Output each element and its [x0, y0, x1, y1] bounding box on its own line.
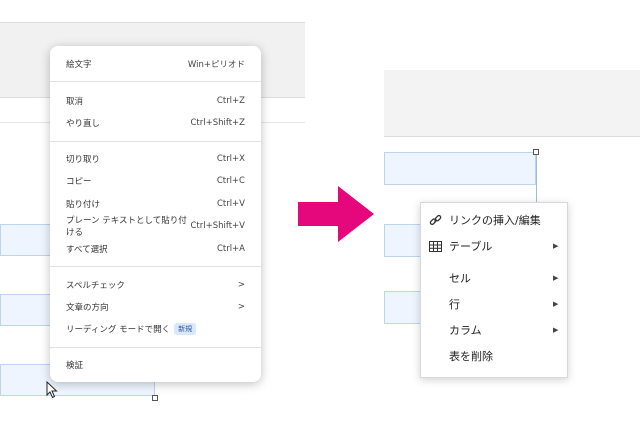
menu-item-label: 貼り付け: [66, 200, 101, 210]
submenu-arrow-icon: ▶: [553, 300, 559, 308]
menu-item-label: プレーン テキストとして貼り付ける: [66, 216, 187, 238]
menu-item-copy[interactable]: コピー Ctrl+C: [66, 171, 245, 191]
menu-item-label: やり直し: [66, 119, 101, 129]
resize-handle[interactable]: [533, 149, 539, 155]
menu-item-label: スペルチェック: [66, 281, 125, 291]
menu-item-shortcut: Ctrl+X: [216, 154, 245, 164]
menu-item-undo[interactable]: 取消 Ctrl+Z: [66, 91, 245, 111]
submenu-arrow-icon: ▶: [553, 326, 559, 334]
menu-item-emoji[interactable]: 絵文字 Win+ピリオド: [66, 54, 245, 74]
menu-item-text-direction[interactable]: 文章の方向 >: [66, 297, 245, 317]
menu-item-shortcut: Ctrl+A: [216, 244, 245, 254]
menu-item-label: 文章の方向: [66, 303, 109, 313]
submenu-arrow-icon: ▶: [553, 242, 559, 250]
menu-item-reading-mode[interactable]: リーディング モードで開く 新規: [66, 319, 245, 339]
menu-item-label: 切り取り: [66, 155, 101, 165]
menu-item-paste-plain[interactable]: プレーン テキストとして貼り付ける Ctrl+Shift+V: [66, 216, 245, 238]
menu-item-label: すべて選択: [66, 245, 108, 255]
menu-item-delete-table[interactable]: 表を削除: [421, 344, 567, 368]
menu-item-label: 表を削除: [449, 350, 493, 363]
table-icon: [421, 240, 449, 252]
menu-item-label: 検証: [66, 361, 84, 371]
menu-item-row[interactable]: 行 ▶: [421, 292, 567, 316]
menu-item-paste[interactable]: 貼り付け Ctrl+V: [66, 194, 245, 214]
menu-item-label: セル: [449, 272, 471, 285]
menu-item-shortcut: Win+ピリオド: [187, 60, 245, 70]
menu-item-label: コピー: [66, 177, 92, 187]
menu-item-redo[interactable]: やり直し Ctrl+Shift+Z: [66, 113, 245, 133]
menu-item-label: 取消: [66, 97, 84, 107]
menu-item-spellcheck[interactable]: スペルチェック >: [66, 275, 245, 295]
menu-item-cut[interactable]: 切り取り Ctrl+X: [66, 149, 245, 169]
menu-separator: [50, 266, 261, 267]
menu-item-column[interactable]: カラム ▶: [421, 318, 567, 342]
menu-item-shortcut: Ctrl+Shift+V: [190, 221, 245, 231]
menu-item-label: 行: [449, 298, 460, 311]
menu-item-shortcut: Ctrl+V: [216, 199, 245, 209]
chevron-right-icon: >: [237, 302, 245, 312]
chevron-right-icon: >: [237, 280, 245, 290]
menu-item-shortcut: Ctrl+Shift+Z: [190, 118, 245, 128]
menu-item-cell[interactable]: セル ▶: [421, 266, 567, 290]
menu-item-label: リンクの挿入/編集: [449, 214, 541, 227]
mouse-pointer-icon: [46, 381, 58, 399]
menu-item-table[interactable]: テーブル ▶: [421, 234, 567, 258]
menu-item-label: カラム: [449, 324, 482, 337]
menu-item-shortcut: Ctrl+Z: [216, 96, 245, 106]
right-toolbar-band: [384, 70, 640, 137]
table-context-menu: リンクの挿入/編集 テーブル ▶ セル ▶ 行 ▶ カラム ▶ 表を削除: [420, 202, 568, 378]
new-badge: 新規: [174, 323, 197, 335]
menu-item-label: テーブル: [449, 240, 493, 253]
browser-context-menu: 絵文字 Win+ピリオド 取消 Ctrl+Z やり直し Ctrl+Shift+Z…: [50, 46, 261, 382]
menu-item-shortcut: Ctrl+C: [216, 176, 245, 186]
menu-separator: [50, 141, 261, 142]
resize-handle[interactable]: [152, 395, 158, 401]
menu-item-inspect[interactable]: 検証: [66, 355, 245, 375]
menu-item-insert-link[interactable]: リンクの挿入/編集: [421, 208, 567, 232]
menu-separator: [50, 347, 261, 348]
submenu-arrow-icon: ▶: [553, 274, 559, 282]
right-table-cell[interactable]: [384, 152, 536, 185]
arrow-right-icon: [298, 186, 374, 242]
menu-item-label: リーディング モードで開く: [66, 325, 171, 335]
menu-item-select-all[interactable]: すべて選択 Ctrl+A: [66, 239, 245, 259]
menu-item-label: 絵文字: [66, 60, 92, 70]
menu-separator: [50, 81, 261, 82]
link-icon: [421, 214, 449, 227]
